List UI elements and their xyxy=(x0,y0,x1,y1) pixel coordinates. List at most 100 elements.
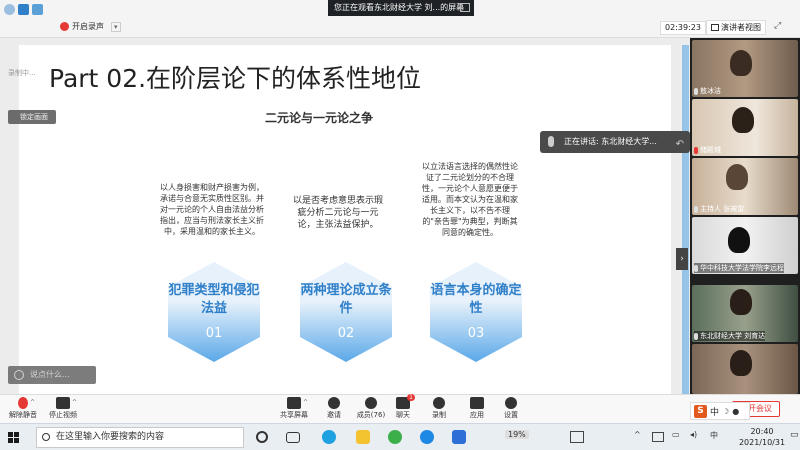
chat-icon: 1 xyxy=(396,394,415,409)
participant-video xyxy=(730,350,752,376)
column-3-text: 以立法语言选择的偶然性论证了二元论划分的不合理性，一元论个人意愿更便于适用。而本… xyxy=(422,162,518,237)
unmute-button[interactable]: ^ 解除静音 xyxy=(6,397,40,420)
microphone-icon xyxy=(694,205,698,213)
microphone-muted-icon: ^ xyxy=(18,397,35,409)
chevron-up-icon[interactable]: ^ xyxy=(30,399,35,406)
apps-button[interactable]: 应用 xyxy=(466,397,488,420)
file-explorer-icon[interactable] xyxy=(356,430,370,444)
recording-label: 开启录声 xyxy=(72,22,104,31)
record-button[interactable]: 录制 xyxy=(428,397,450,420)
column-1-text: 以人身损害和财产损害为例，承诺与合意无实质性区别。并对一元论的个人自由法益分析指… xyxy=(160,183,264,236)
ime-icon[interactable]: 中 xyxy=(710,430,718,441)
microphone-icon: ● xyxy=(732,406,740,416)
ime-mode-label: 中 xyxy=(710,407,720,418)
task-view-icon[interactable] xyxy=(286,432,300,443)
chat-quick-placeholder: 说点什么... xyxy=(30,370,70,379)
hexagon-3: 语言本身的确定性 03 xyxy=(430,262,522,362)
taskbar-search-placeholder: 在这里输入你要搜索的内容 xyxy=(56,432,165,442)
network-icon[interactable]: ▭ xyxy=(672,430,680,439)
volume-icon[interactable]: ◂) xyxy=(690,430,697,439)
collapse-participants-button[interactable]: › xyxy=(676,248,688,270)
windows-taskbar: 在这里输入你要搜索的内容 19% ^ ▭ ◂) 中 20:40 2021/10/… xyxy=(0,423,800,450)
reply-arrow-icon[interactable]: ↶ xyxy=(676,134,684,156)
info-icon[interactable] xyxy=(4,3,15,15)
speaker-view-button[interactable]: 演讲者视图 xyxy=(706,20,766,35)
wechat-icon[interactable] xyxy=(388,430,402,444)
add-user-icon xyxy=(328,397,340,409)
chevron-down-icon[interactable]: ▾ xyxy=(111,21,121,32)
notification-icon[interactable]: ▭ xyxy=(790,430,799,440)
share-screen-button[interactable]: ^ 共享屏幕 xyxy=(278,397,310,420)
pin-screen-tip[interactable]: 锁定画面 xyxy=(8,110,56,124)
battery-indicator[interactable]: 19% xyxy=(505,430,529,439)
participant-video xyxy=(730,289,752,315)
chevron-up-icon[interactable]: ^ xyxy=(303,399,308,406)
chevron-up-icon[interactable]: ^ xyxy=(634,430,641,439)
participant-name: 敖冰洁 xyxy=(700,87,721,95)
meeting-sub-bar: 开启录声 ▾ 02:39:23 演讲者视图 ⤢ xyxy=(0,18,800,38)
participant-tile[interactable]: 主持人 张被雷 xyxy=(692,158,798,215)
participant-name: 主持人 张被雷 xyxy=(700,205,745,213)
share-banner[interactable]: 您正在观看东北财经大学 刘...的屏幕 xyxy=(328,0,474,16)
taskbar-search-input[interactable]: 在这里输入你要搜索的内容 xyxy=(36,427,244,448)
participant-tile[interactable]: 储殿城 xyxy=(692,99,798,156)
shield-icon[interactable] xyxy=(18,3,29,15)
edge-browser-icon[interactable] xyxy=(322,430,336,444)
members-button[interactable]: 成员(76) xyxy=(354,397,388,420)
hexagon-2-label: 两种理论成立条件 xyxy=(300,283,392,316)
microphone-icon xyxy=(694,332,698,340)
participant-name: 华中科技大学法学院李远程 xyxy=(700,264,784,272)
ie-browser-icon[interactable] xyxy=(420,430,434,444)
windows-start-icon[interactable] xyxy=(8,432,19,443)
share-banner-text: 您正在观看东北财经大学 刘...的屏幕 xyxy=(334,3,465,12)
share-screen-icon: ^ xyxy=(287,397,308,409)
meeting-top-bar: 您正在观看东北财经大学 刘...的屏幕 xyxy=(0,0,800,18)
tray-app-icon[interactable] xyxy=(570,431,584,443)
chat-button[interactable]: 1 聊天 xyxy=(392,394,415,420)
record-icon xyxy=(433,397,445,409)
pin-tip-label: 锁定画面 xyxy=(20,113,48,121)
invite-button[interactable]: 邀请 xyxy=(322,397,346,420)
fullscreen-icon[interactable]: ⤢ xyxy=(774,21,781,31)
participant-tile[interactable]: 华中科技大学法学院李远程 xyxy=(692,217,798,274)
hexagon-2-number: 02 xyxy=(337,326,355,341)
keyboard-icon[interactable] xyxy=(652,432,664,442)
gear-icon xyxy=(505,397,517,409)
unmute-label: 解除静音 xyxy=(9,411,37,419)
participant-name: 储殿城 xyxy=(700,146,721,154)
microphone-icon xyxy=(694,264,698,272)
grid-icon[interactable] xyxy=(32,3,43,15)
cortana-icon[interactable] xyxy=(256,431,268,443)
column-2-text: 以是否考虑意思表示瑕疵分析二元论与一元论，主张法益保护。 xyxy=(292,196,383,230)
stop-video-button[interactable]: ^ 停止视频 xyxy=(46,397,80,420)
slide-subtitle: 二元论与一元论之争 xyxy=(265,111,374,125)
share-screen-label: 共享屏幕 xyxy=(280,411,308,419)
recording-indicator[interactable]: 开启录声 ▾ xyxy=(60,21,121,32)
participant-tile[interactable]: 东北财经大学 刘育达 xyxy=(692,285,798,342)
hexagon-3-number: 03 xyxy=(467,326,485,341)
apps-grid-icon xyxy=(470,397,484,409)
chevron-up-icon[interactable]: ^ xyxy=(72,399,77,406)
participant-tile[interactable]: 敖冰洁 xyxy=(692,40,798,97)
search-icon xyxy=(42,433,50,441)
sogou-icon: S xyxy=(694,404,707,418)
settings-button[interactable]: 设置 xyxy=(500,397,522,420)
record-label: 录制 xyxy=(432,411,446,419)
clock-time: 20:40 xyxy=(750,427,774,436)
participant-list: 敖冰洁 储殿城 主持人 张被雷 华中科技大学法学院李远程 东北财经大学 刘育达 xyxy=(690,38,800,394)
shared-screen-area: Part 02.在阶层论下的体系性地位 二元论与一元论之争 以人身损害和财产损害… xyxy=(0,38,690,401)
layout-icon xyxy=(711,24,719,31)
view-options-icon[interactable] xyxy=(460,3,470,12)
input-method-widget[interactable]: S 中 ☽ ● xyxy=(690,402,750,420)
participant-video xyxy=(730,50,752,76)
chat-quick-input[interactable]: 说点什么... xyxy=(8,366,96,384)
participant-tile[interactable] xyxy=(692,344,798,394)
system-clock[interactable]: 20:40 2021/10/31 xyxy=(736,426,788,448)
invite-label: 邀请 xyxy=(327,411,341,419)
microphone-icon xyxy=(694,87,698,95)
hexagon-1: 犯罪类型和侵犯法益 01 xyxy=(168,262,260,362)
tencent-meeting-icon[interactable] xyxy=(452,430,466,444)
meeting-toolbar: ^ 解除静音 ^ 停止视频 ^ 共享屏幕 邀请 成员(76) 1 聊天 录制 应… xyxy=(0,394,800,423)
chat-unread-badge: 1 xyxy=(407,394,415,401)
active-speaker-tip: 正在讲话: 东北财经大学... ↶ xyxy=(540,131,690,153)
